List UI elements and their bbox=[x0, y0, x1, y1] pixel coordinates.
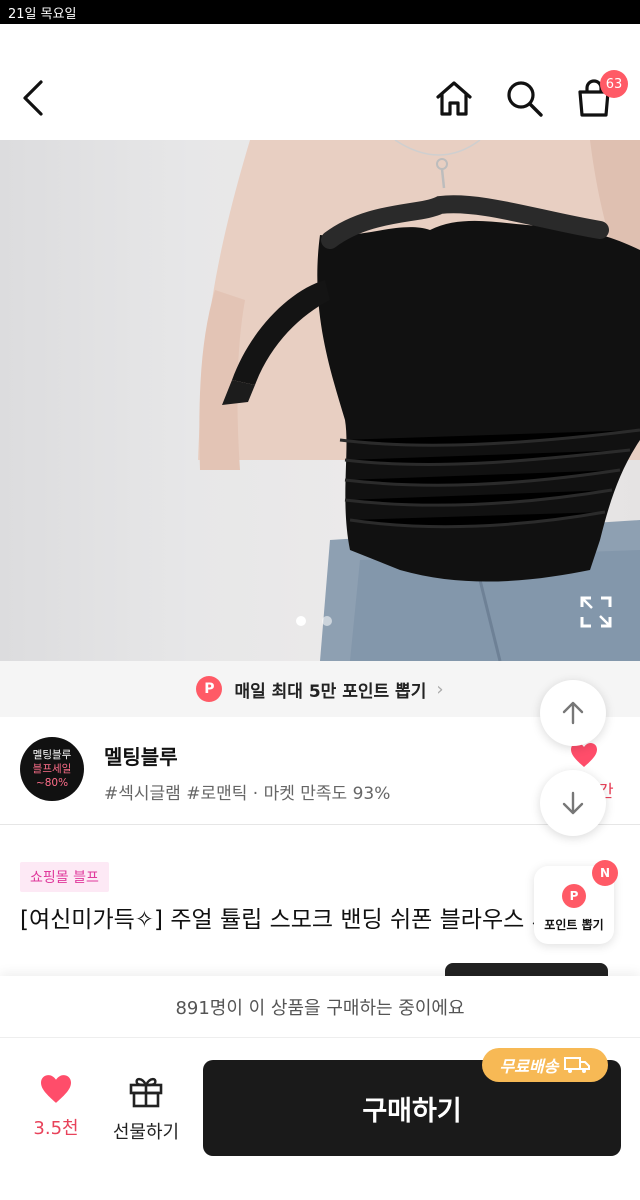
arrow-down-icon bbox=[562, 791, 584, 815]
product-photo-illustration bbox=[198, 140, 640, 661]
search-button[interactable] bbox=[500, 74, 548, 122]
point-draw-label: 포인트 뽑기 bbox=[544, 918, 604, 932]
image-pagination bbox=[296, 616, 332, 626]
store-logo[interactable]: 멜팅블루 블프세일 ~80% bbox=[20, 737, 84, 801]
search-icon bbox=[507, 81, 543, 117]
chevron-right-icon: › bbox=[436, 678, 444, 700]
home-button[interactable] bbox=[430, 74, 478, 122]
buying-now-notice: 891명이 이 상품을 구매하는 중이에요 bbox=[0, 976, 640, 1038]
home-icon bbox=[436, 81, 472, 116]
product-image[interactable] bbox=[0, 140, 640, 661]
point-icon: P bbox=[196, 676, 223, 702]
chevron-left-icon bbox=[23, 80, 43, 116]
point-icon: P bbox=[562, 884, 586, 908]
gift-label: 선물하기 bbox=[112, 1122, 180, 1143]
free-shipping-label: 무료배송 bbox=[499, 1057, 559, 1076]
store-tags: #섹시글램 #로맨틱 · 마켓 만족도 93% bbox=[104, 784, 391, 804]
scroll-up-button[interactable] bbox=[540, 680, 606, 746]
store-like-button[interactable] bbox=[570, 742, 598, 772]
top-header bbox=[0, 24, 640, 140]
point-banner-text: 매일 최대 5만 포인트 뽑기 bbox=[234, 681, 427, 702]
store-logo-line1: 멜팅블루 bbox=[32, 749, 72, 761]
heart-icon bbox=[41, 1075, 71, 1103]
store-logo-line3: ~80% bbox=[35, 777, 69, 789]
back-button[interactable] bbox=[10, 74, 58, 122]
product-title: [여신미가득✧] 주얼 튤립 스모크 밴딩 쉬폰 블라우스 시 bbox=[20, 907, 553, 933]
expand-icon bbox=[580, 596, 612, 628]
buying-now-text: 891명이 이 상품을 구매하는 중이에요 bbox=[175, 997, 465, 1019]
free-shipping-badge: 무료배송 bbox=[482, 1048, 608, 1082]
gift-button[interactable]: 선물하기 bbox=[104, 1074, 188, 1154]
pagination-dot[interactable] bbox=[322, 616, 332, 626]
status-time: 21일 목요일 bbox=[8, 7, 77, 22]
promo-tag: 쇼핑몰 블프 bbox=[20, 862, 109, 892]
scroll-down-button[interactable] bbox=[540, 770, 606, 836]
arrow-up-icon bbox=[562, 701, 584, 725]
cart-count-badge: 63 bbox=[600, 70, 628, 98]
status-bar: 21일 목요일 bbox=[0, 0, 640, 24]
pagination-dot-active[interactable] bbox=[296, 616, 306, 626]
store-name: 멜팅블루 bbox=[104, 745, 178, 769]
new-badge: N bbox=[592, 860, 618, 886]
store-logo-line2: 블프세일 bbox=[32, 763, 72, 775]
like-button[interactable]: 3.5천 bbox=[22, 1074, 90, 1154]
delivery-truck-icon bbox=[564, 1057, 591, 1073]
gift-icon bbox=[129, 1077, 163, 1108]
like-count: 3.5천 bbox=[33, 1118, 79, 1139]
expand-image-button[interactable] bbox=[578, 594, 614, 630]
